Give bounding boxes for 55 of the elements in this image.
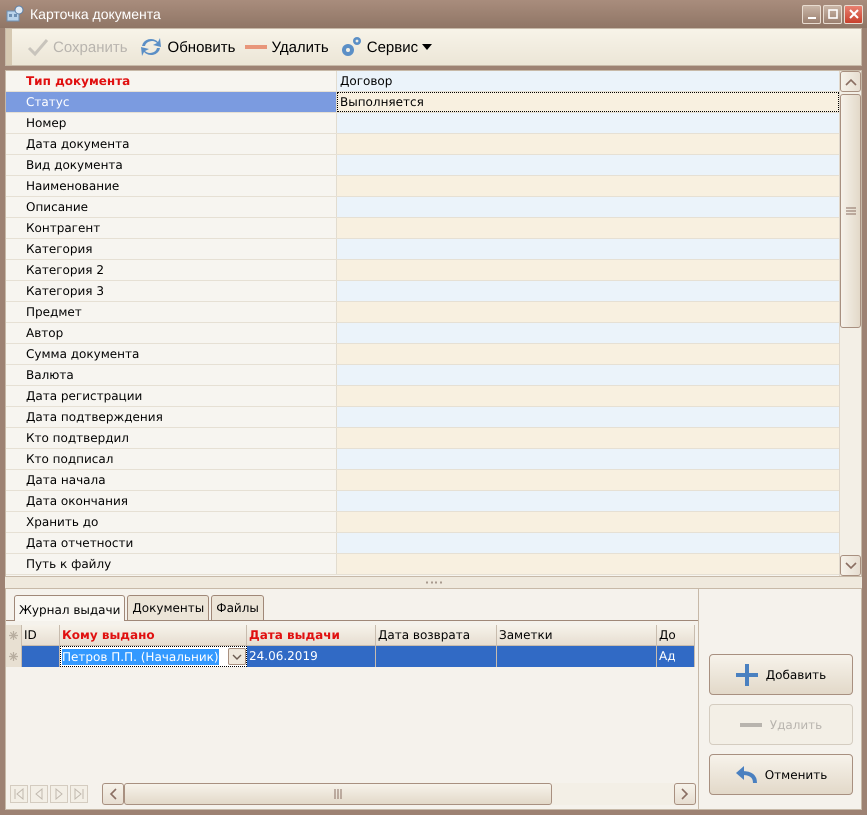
navigation-button[interactable] bbox=[10, 785, 28, 803]
scroll-right-button[interactable] bbox=[674, 783, 696, 805]
scroll-left-button[interactable] bbox=[102, 783, 124, 805]
horizontal-scrollbar[interactable] bbox=[102, 783, 696, 805]
asterisk-icon bbox=[9, 631, 18, 640]
chevron-left-icon bbox=[109, 788, 117, 800]
undo-arrow-icon bbox=[734, 764, 757, 784]
tab[interactable]: Журнал выдачи bbox=[14, 595, 126, 621]
checkmark-icon bbox=[27, 37, 49, 57]
table-cell: Ад bbox=[657, 646, 695, 667]
asterisk-icon bbox=[9, 652, 18, 661]
tab[interactable]: Файлы bbox=[211, 595, 264, 620]
window-title: Карточка документа bbox=[30, 6, 162, 22]
minimize-button[interactable] bbox=[802, 4, 821, 24]
column-header[interactable]: До bbox=[657, 625, 695, 646]
navigation-arrow-icon bbox=[13, 788, 25, 800]
property-value[interactable]: Выполняется bbox=[337, 92, 839, 112]
navigation-button[interactable] bbox=[30, 785, 48, 803]
column-header[interactable]: Кому выдано bbox=[60, 625, 247, 646]
close-button[interactable] bbox=[844, 4, 863, 24]
toolbar-button[interactable]: Удалить bbox=[242, 38, 332, 56]
navigation-arrow-icon bbox=[33, 788, 45, 800]
column-header[interactable]: ID bbox=[22, 625, 60, 646]
maximize-icon bbox=[828, 9, 838, 19]
column-header[interactable]: Дата выдачи bbox=[247, 625, 376, 646]
navigation-arrow-icon bbox=[73, 788, 85, 800]
chevron-up-icon bbox=[844, 78, 856, 86]
splitter-handle[interactable] bbox=[5, 577, 862, 588]
action-button[interactable]: Отменить bbox=[709, 754, 853, 795]
column-header[interactable]: Дата возврата bbox=[376, 625, 497, 646]
scroll-thumb[interactable] bbox=[124, 783, 552, 805]
toolbar-button[interactable]: Сервис bbox=[336, 35, 436, 59]
app-icon bbox=[6, 5, 24, 23]
table-cell: 24.06.2019 bbox=[247, 646, 376, 667]
minus-icon bbox=[245, 44, 268, 50]
scroll-down-button[interactable] bbox=[840, 555, 861, 576]
scroll-up-button[interactable] bbox=[840, 71, 861, 92]
property-value[interactable]: Договор bbox=[337, 71, 839, 91]
close-icon bbox=[848, 9, 858, 19]
navigation-button[interactable] bbox=[70, 785, 88, 803]
maximize-button[interactable] bbox=[823, 4, 842, 24]
minimize-icon bbox=[808, 17, 816, 19]
chevron-down-icon bbox=[844, 562, 856, 570]
navigation-arrow-icon bbox=[53, 788, 65, 800]
scroll-thumb[interactable] bbox=[840, 94, 861, 328]
tab[interactable]: Документы bbox=[127, 595, 210, 620]
navigation-button[interactable] bbox=[50, 785, 68, 803]
column-header[interactable]: Заметки bbox=[497, 625, 657, 646]
vertical-scrollbar[interactable] bbox=[839, 71, 861, 576]
action-button[interactable]: Добавить bbox=[709, 654, 853, 695]
minus-icon bbox=[740, 722, 762, 726]
plus-icon bbox=[736, 664, 758, 686]
toolbar-grip[interactable] bbox=[6, 29, 12, 65]
toolbar-button[interactable]: Обновить bbox=[134, 36, 238, 58]
chevron-right-icon bbox=[681, 788, 689, 800]
